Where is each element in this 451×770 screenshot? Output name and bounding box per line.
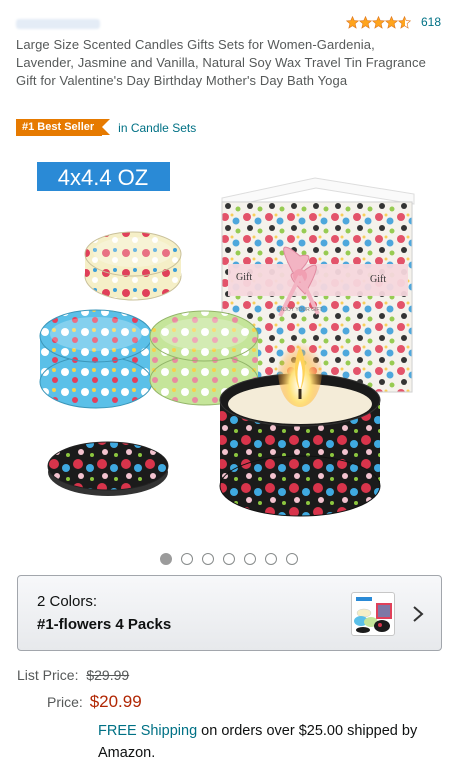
star-half-icon xyxy=(397,15,411,29)
star-full-icon xyxy=(345,15,359,29)
carousel-dot[interactable] xyxy=(180,553,193,565)
candle-tin-blue xyxy=(39,309,153,409)
list-price-value: $29.99 xyxy=(86,667,130,683)
carousel-dot[interactable] xyxy=(285,553,298,565)
svg-text:ENJOY YOUR GIFT: ENJOY YOUR GIFT xyxy=(277,307,322,313)
svg-text:Gift: Gift xyxy=(370,274,386,285)
star-full-icon xyxy=(371,15,385,29)
carousel-dot[interactable] xyxy=(159,553,172,565)
candle-tin-lid xyxy=(47,441,169,496)
svg-text:Gift: Gift xyxy=(236,272,252,283)
size-label: 4x4.4 OZ xyxy=(37,162,170,191)
price-value: $20.99 xyxy=(89,692,142,711)
brand-link-blurred[interactable] xyxy=(16,19,100,29)
variant-selector[interactable]: 2 Colors: #1-flowers 4 Packs xyxy=(17,575,442,651)
product-image[interactable]: 4x4.4 OZ Gift Gift ENJOY YOUR GIFT xyxy=(0,146,451,546)
rating-summary[interactable]: 618 xyxy=(345,15,441,29)
price-label: Price: xyxy=(47,694,83,710)
variant-selected-name: #1-flowers 4 Packs xyxy=(37,616,172,633)
list-price-row: List Price: $29.99 xyxy=(17,667,129,683)
image-carousel-dots[interactable] xyxy=(0,553,451,565)
chevron-right-icon xyxy=(413,606,424,622)
star-full-icon xyxy=(384,15,398,29)
list-price-label: List Price: xyxy=(17,667,79,683)
review-count-link[interactable]: 618 xyxy=(421,15,441,29)
price-row: Price: $20.99 xyxy=(47,692,142,712)
star-full-icon xyxy=(358,15,372,29)
carousel-dot[interactable] xyxy=(243,553,256,565)
best-seller-badge-row[interactable]: #1 Best Seller in Candle Sets xyxy=(16,119,196,136)
shipping-info: FREE Shipping on orders over $25.00 ship… xyxy=(98,720,443,764)
svg-text:4x4.4 OZ: 4x4.4 OZ xyxy=(58,165,148,190)
carousel-dot[interactable] xyxy=(264,553,277,565)
star-rating xyxy=(345,15,411,29)
product-title: Large Size Scented Candles Gifts Sets fo… xyxy=(16,37,426,88)
free-shipping-link[interactable]: FREE Shipping xyxy=(98,723,197,739)
carousel-dot[interactable] xyxy=(222,553,235,565)
best-seller-category-link[interactable]: in Candle Sets xyxy=(118,121,196,135)
carousel-dot[interactable] xyxy=(201,553,214,565)
best-seller-badge: #1 Best Seller xyxy=(16,119,111,136)
variant-count-label: 2 Colors: xyxy=(37,593,98,610)
variant-thumbnail xyxy=(351,592,395,636)
candle-tin-yellow xyxy=(84,231,182,301)
